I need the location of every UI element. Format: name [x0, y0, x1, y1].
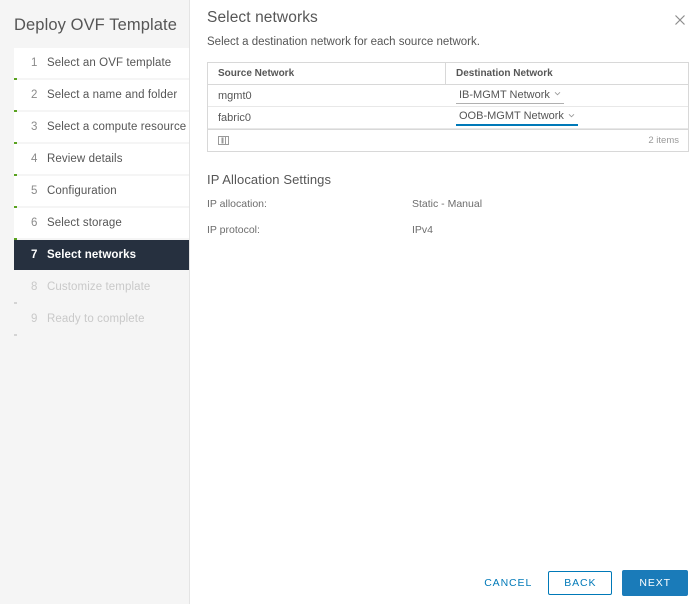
source-network-cell: fabric0 — [208, 107, 446, 129]
ip-allocation-heading: IP Allocation Settings — [207, 172, 698, 187]
sidebar-step-label: Ready to complete — [47, 313, 145, 325]
sidebar-step-label: Select an OVF template — [47, 57, 171, 69]
table-header-row: Source Network Destination Network — [208, 63, 688, 85]
destination-network-cell: OOB-MGMT Network — [446, 107, 688, 129]
back-button[interactable]: BACK — [548, 571, 612, 595]
destination-network-value: IB-MGMT Network — [459, 88, 550, 102]
table-row: fabric0 OOB-MGMT Network — [208, 107, 688, 129]
sidebar-step-number: 2 — [31, 89, 47, 101]
wizard-main-panel: Select networks Select a destination net… — [190, 0, 698, 604]
sidebar-step-8: 8Customize template — [14, 272, 189, 302]
wizard-title: Deploy OVF Template — [0, 0, 189, 36]
destination-network-cell: IB-MGMT Network — [446, 85, 688, 107]
ip-setting-row: IP protocol:IPv4 — [207, 224, 698, 236]
column-header-destination-network: Destination Network — [446, 63, 688, 85]
sidebar-step-4[interactable]: 4Review details — [14, 144, 189, 174]
sidebar-step-number: 7 — [31, 249, 47, 261]
wizard-footer: CANCEL BACK NEXT — [190, 562, 698, 604]
destination-network-dropdown[interactable]: IB-MGMT Network — [456, 88, 564, 104]
deploy-ovf-template-wizard: Deploy OVF Template 1Select an OVF templ… — [0, 0, 698, 604]
ip-setting-value: Static - Manual — [412, 198, 482, 210]
network-mapping-table: Source Network Destination Network mgmt0… — [207, 62, 689, 152]
sidebar-step-9: 9Ready to complete — [14, 304, 189, 334]
sidebar-step-label: Review details — [47, 153, 123, 165]
column-header-source-network: Source Network — [208, 63, 446, 85]
sidebar-step-6[interactable]: 6Select storage — [14, 208, 189, 238]
chevron-down-icon — [554, 90, 561, 97]
sidebar-step-3[interactable]: 3Select a compute resource — [14, 112, 189, 142]
sidebar-step-label: Select a name and folder — [47, 89, 177, 101]
page-title: Select networks — [190, 0, 698, 27]
sidebar-step-label: Select storage — [47, 217, 122, 229]
sidebar-step-number: 6 — [31, 217, 47, 229]
close-icon[interactable] — [670, 10, 690, 30]
ip-setting-row: IP allocation:Static - Manual — [207, 198, 698, 210]
ip-setting-value: IPv4 — [412, 224, 433, 236]
sidebar-step-5[interactable]: 5Configuration — [14, 176, 189, 206]
next-button[interactable]: NEXT — [622, 570, 688, 596]
table-row: mgmt0 IB-MGMT Network — [208, 85, 688, 107]
column-picker-icon[interactable] — [218, 135, 229, 146]
wizard-sidebar: Deploy OVF Template 1Select an OVF templ… — [0, 0, 190, 604]
destination-network-dropdown[interactable]: OOB-MGMT Network — [456, 109, 578, 126]
sidebar-step-label: Configuration — [47, 185, 117, 197]
sidebar-step-number: 3 — [31, 121, 47, 133]
sidebar-step-number: 5 — [31, 185, 47, 197]
sidebar-step-number: 4 — [31, 153, 47, 165]
table-footer: 2 items — [208, 129, 688, 151]
chevron-down-icon — [568, 112, 575, 119]
sidebar-step-label: Customize template — [47, 281, 150, 293]
cancel-button[interactable]: CANCEL — [478, 573, 538, 593]
ip-setting-label: IP protocol: — [207, 224, 412, 236]
table-item-count: 2 items — [648, 135, 679, 146]
ip-setting-label: IP allocation: — [207, 198, 412, 210]
sidebar-step-2[interactable]: 2Select a name and folder — [14, 80, 189, 110]
sidebar-step-1[interactable]: 1Select an OVF template — [14, 48, 189, 78]
sidebar-step-number: 1 — [31, 57, 47, 69]
sidebar-step-label: Select networks — [47, 249, 136, 261]
sidebar-step-number: 9 — [31, 313, 47, 325]
source-network-cell: mgmt0 — [208, 85, 446, 107]
sidebar-step-7[interactable]: 7Select networks — [14, 240, 189, 270]
ip-allocation-settings: IP Allocation Settings IP allocation:Sta… — [207, 172, 698, 236]
sidebar-step-number: 8 — [31, 281, 47, 293]
sidebar-step-label: Select a compute resource — [47, 121, 186, 133]
wizard-step-list: 1Select an OVF template2Select a name an… — [0, 48, 189, 334]
page-subtitle: Select a destination network for each so… — [190, 27, 698, 48]
destination-network-value: OOB-MGMT Network — [459, 109, 564, 123]
